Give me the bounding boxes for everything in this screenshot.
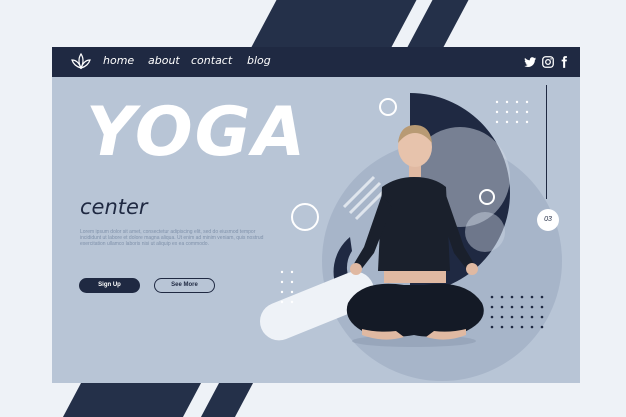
sign-up-button[interactable]: Sign Up bbox=[79, 278, 140, 293]
hero-title: YOGA bbox=[86, 93, 308, 172]
facebook-icon[interactable] bbox=[557, 55, 571, 69]
navbar: home about contact blog bbox=[52, 47, 580, 77]
slider-track-line bbox=[546, 85, 547, 199]
instagram-icon[interactable] bbox=[541, 55, 555, 69]
landing-page: 03 home about contact blog YOGA center L… bbox=[52, 47, 580, 383]
hero-subtitle: center bbox=[80, 195, 148, 219]
slide-number-badge[interactable]: 03 bbox=[537, 209, 559, 231]
nav-link-home[interactable]: home bbox=[103, 54, 134, 67]
decor-stripe-top-1 bbox=[251, 0, 417, 47]
nav-link-about[interactable]: about bbox=[148, 54, 180, 67]
nav-link-blog[interactable]: blog bbox=[247, 54, 271, 67]
decor-stripe-bottom-1 bbox=[62, 383, 202, 417]
see-more-button[interactable]: See More bbox=[154, 278, 215, 293]
twitter-icon[interactable] bbox=[523, 55, 537, 69]
decor-stripe-top-2 bbox=[407, 0, 469, 47]
nav-link-contact[interactable]: contact bbox=[191, 54, 232, 67]
decor-stripe-bottom-2 bbox=[200, 383, 254, 417]
hero-body-text: Lorem ipsum dolor sit amet, consectetur … bbox=[80, 229, 264, 247]
lotus-logo-icon[interactable] bbox=[70, 52, 92, 72]
